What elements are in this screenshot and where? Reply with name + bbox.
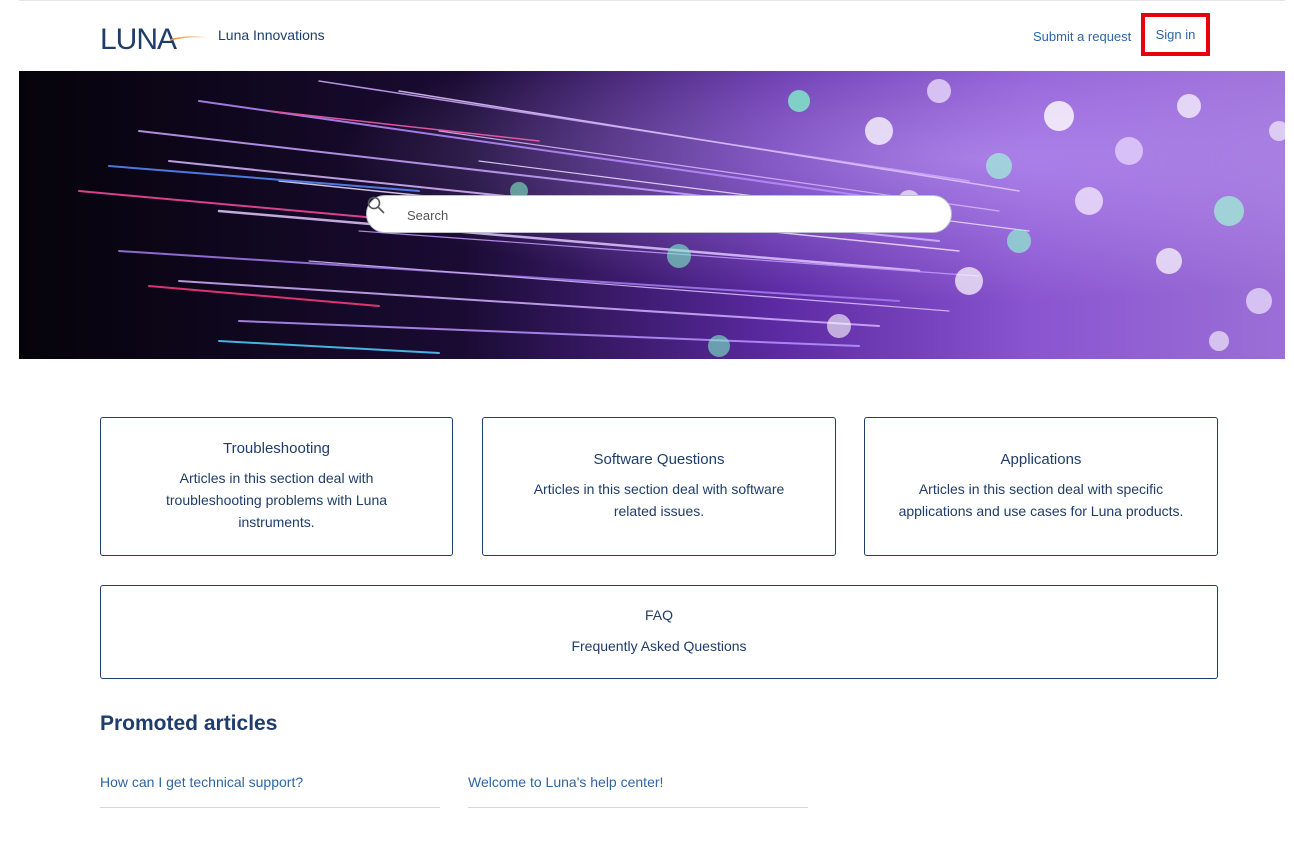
category-card-faq[interactable]: FAQ Frequently Asked Questions bbox=[100, 585, 1218, 679]
search-box[interactable] bbox=[366, 195, 952, 233]
card-title: FAQ bbox=[644, 607, 673, 623]
svg-text:LUNA: LUNA bbox=[100, 23, 177, 55]
search-icon bbox=[367, 196, 385, 214]
card-description: Articles in this section deal with speci… bbox=[898, 481, 1184, 519]
submit-request-link[interactable]: Submit a request bbox=[1033, 29, 1131, 44]
card-title: Software Questions bbox=[593, 451, 725, 468]
card-description: Articles in this section deal with softw… bbox=[533, 481, 785, 519]
promoted-article-link[interactable]: Welcome to Luna's help center! bbox=[468, 774, 663, 790]
card-description: Articles in this section deal with troub… bbox=[165, 470, 388, 530]
help-center-page: LUNA Luna Innovations Submit a request S… bbox=[0, 0, 1294, 865]
luna-logo-link[interactable]: LUNA bbox=[100, 19, 210, 56]
search-input[interactable] bbox=[405, 200, 939, 230]
luna-logo-icon: LUNA bbox=[100, 23, 209, 56]
promoted-articles-heading: Promoted articles bbox=[100, 712, 278, 735]
hero-banner bbox=[19, 71, 1285, 359]
category-card-troubleshooting[interactable]: Troubleshooting Articles in this section… bbox=[100, 417, 453, 556]
category-card-applications[interactable]: Applications Articles in this section de… bbox=[864, 417, 1218, 556]
site-header: LUNA Luna Innovations Submit a request S… bbox=[0, 1, 1294, 71]
promoted-article-link[interactable]: How can I get technical support? bbox=[100, 774, 303, 790]
promoted-article-item: Welcome to Luna's help center! bbox=[468, 774, 808, 808]
category-card-software-questions[interactable]: Software Questions Articles in this sect… bbox=[482, 417, 836, 556]
sign-in-link[interactable]: Sign in bbox=[1141, 13, 1210, 56]
site-name: Luna Innovations bbox=[218, 27, 325, 43]
card-title: Troubleshooting bbox=[222, 440, 330, 457]
card-description: Frequently Asked Questions bbox=[571, 638, 747, 654]
sign-in-label: Sign in bbox=[1155, 27, 1196, 42]
promoted-article-item: How can I get technical support? bbox=[100, 774, 440, 808]
card-title: Applications bbox=[1000, 451, 1082, 468]
